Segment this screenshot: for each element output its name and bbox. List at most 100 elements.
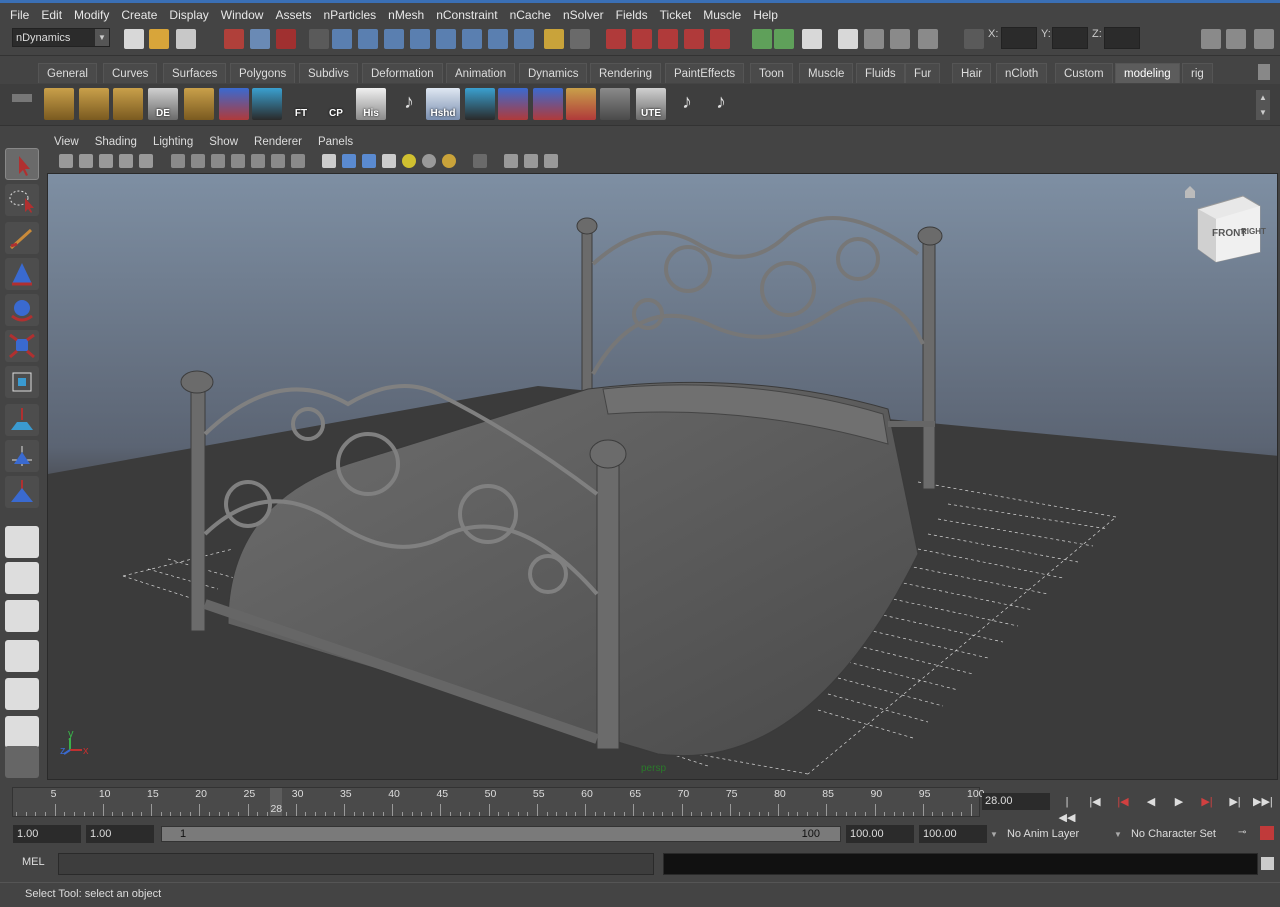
absolute-transform-icon[interactable]	[802, 29, 822, 49]
shelf-ft-icon[interactable]: FT	[286, 88, 316, 120]
select-hierarchy-icon[interactable]	[224, 29, 244, 49]
panel-menu-shading[interactable]: Shading	[88, 136, 146, 148]
step-forward-frame-icon[interactable]: ▶|	[1198, 794, 1216, 810]
shelf-curve-icon[interactable]	[252, 88, 282, 120]
tab-deformation[interactable]: Deformation	[362, 63, 443, 83]
perspective-viewport[interactable]: FRONT RIGHT y x z persp	[47, 173, 1278, 780]
y-field[interactable]	[1052, 27, 1088, 49]
script-layout-icon[interactable]	[5, 716, 39, 748]
shelf-extrude-icon[interactable]	[498, 88, 528, 120]
select-component-icon[interactable]	[276, 29, 296, 49]
menu-nparticles[interactable]: nParticles	[317, 4, 382, 26]
time-slider[interactable]: 5 10 15 20 25 30 35 40 45 50 55 60 65 70 75 80 85 90 95 100…	[12, 787, 985, 817]
channel-box-icon[interactable]	[890, 29, 910, 49]
input-line-icon[interactable]	[752, 29, 772, 49]
tab-toon[interactable]: Toon	[750, 63, 793, 83]
tab-hair[interactable]: Hair	[952, 63, 992, 83]
tool-settings-icon[interactable]	[864, 29, 884, 49]
snap-view-plane-icon[interactable]	[410, 29, 430, 49]
panel-menu-view[interactable]: View	[47, 136, 88, 148]
menu-nsolver[interactable]: nSolver	[557, 4, 610, 26]
preferences-icon[interactable]	[1260, 826, 1274, 840]
menu-muscle[interactable]: Muscle	[697, 4, 747, 26]
last-tool-icon[interactable]	[5, 476, 39, 508]
magnet-icon[interactable]	[710, 29, 730, 49]
shadows-icon[interactable]	[442, 154, 456, 168]
resolution-gate-icon[interactable]	[211, 154, 225, 168]
current-frame-field[interactable]: 28.00	[982, 793, 1050, 810]
panel-layout-icon[interactable]	[1254, 29, 1274, 49]
gate-mask-icon[interactable]	[231, 154, 245, 168]
menuset-dropdown[interactable]: nDynamics ▼	[12, 28, 110, 47]
select-tool-icon[interactable]	[5, 148, 39, 180]
shelf-split-icon[interactable]	[184, 88, 214, 120]
transform-icon[interactable]	[964, 29, 984, 49]
rename-icon[interactable]	[774, 29, 794, 49]
menu-file[interactable]: File	[4, 4, 35, 26]
xray-components-icon[interactable]	[544, 154, 558, 168]
character-set-dropdown[interactable]: ▼ No Character Set	[1114, 825, 1234, 843]
show-manipulator-icon[interactable]	[5, 440, 39, 472]
step-back-key-icon[interactable]: |◀	[1086, 794, 1104, 810]
four-view-layout-icon[interactable]	[5, 562, 39, 594]
x-field[interactable]	[1001, 27, 1037, 49]
graph-editor-icon[interactable]	[1226, 29, 1246, 49]
trash-icon[interactable]	[1258, 64, 1270, 80]
outliner-layout-icon[interactable]	[5, 600, 39, 632]
default-light-icon[interactable]	[402, 154, 416, 168]
move-cone-tool-icon[interactable]	[5, 258, 39, 290]
tab-animation[interactable]: Animation	[446, 63, 516, 83]
tab-fluids[interactable]: Fluids	[856, 63, 905, 83]
go-to-start-icon[interactable]: |◀◀	[1058, 794, 1076, 824]
shelf-cone-icon[interactable]	[219, 88, 249, 120]
menu-assets[interactable]: Assets	[269, 4, 317, 26]
menu-modify[interactable]: Modify	[68, 4, 115, 26]
tab-dynamics[interactable]: Dynamics	[519, 63, 588, 83]
anim-end-field[interactable]: 100.00	[919, 825, 987, 843]
menu-create[interactable]: Create	[115, 4, 163, 26]
shelf-cube-icon[interactable]	[44, 88, 74, 120]
bookmark-icon[interactable]	[99, 154, 113, 168]
shelf-hshd-icon[interactable]: Hshd	[426, 88, 460, 120]
layer-editor-icon[interactable]	[918, 29, 938, 49]
tab-polygons[interactable]: Polygons	[230, 63, 296, 83]
playback-start-field[interactable]: 1.00	[86, 825, 154, 843]
render-current-icon[interactable]	[606, 29, 626, 49]
select-all-icon[interactable]	[570, 29, 590, 49]
tab-curves[interactable]: Curves	[103, 63, 158, 83]
all-lights-icon[interactable]	[422, 154, 436, 168]
menu-ticket[interactable]: Ticket	[654, 4, 698, 26]
film-gate-icon[interactable]	[191, 154, 205, 168]
range-slider[interactable]: 1 100	[161, 826, 841, 842]
tab-modeling[interactable]: modeling	[1115, 63, 1180, 83]
menu-nconstraint[interactable]: nConstraint	[430, 4, 503, 26]
shelf-mel-script3-icon[interactable]: ♪	[706, 88, 736, 120]
shelf-cp-icon[interactable]: CP	[321, 88, 351, 120]
tab-surfaces[interactable]: Surfaces	[163, 63, 227, 83]
shelf-de-icon[interactable]: DE	[148, 88, 178, 120]
safe-action-icon[interactable]	[271, 154, 285, 168]
anim-start-field[interactable]: 1.00	[13, 825, 81, 843]
snap-curve-icon[interactable]	[358, 29, 378, 49]
script-editor-icon[interactable]	[1261, 857, 1274, 870]
menu-fields[interactable]: Fields	[610, 4, 654, 26]
shelf-ute-icon[interactable]: UTE	[636, 88, 666, 120]
snap-point-icon[interactable]	[384, 29, 404, 49]
current-frame-marker[interactable]: 28	[270, 788, 283, 816]
tab-subdivs[interactable]: Subdivs	[299, 63, 358, 83]
scale-tool-icon[interactable]	[5, 330, 39, 362]
xray-icon[interactable]	[504, 154, 518, 168]
command-input[interactable]	[58, 853, 654, 875]
camera-attr-icon[interactable]	[79, 154, 93, 168]
step-back-frame-icon[interactable]: |◀	[1114, 794, 1132, 810]
outliner-icon[interactable]	[1201, 29, 1221, 49]
tab-painteffects[interactable]: PaintEffects	[665, 63, 745, 83]
shelf-globe-icon[interactable]	[600, 88, 630, 120]
history-icon[interactable]	[462, 29, 482, 49]
single-view-layout-icon[interactable]	[5, 526, 39, 558]
graph-layout-icon[interactable]	[5, 640, 39, 672]
snap-grid-icon[interactable]	[332, 29, 352, 49]
save-scene-icon[interactable]	[176, 29, 196, 49]
anim-layer-dropdown[interactable]: ▼ No Anim Layer	[990, 825, 1112, 843]
soft-mod-tool-icon[interactable]	[5, 404, 39, 436]
